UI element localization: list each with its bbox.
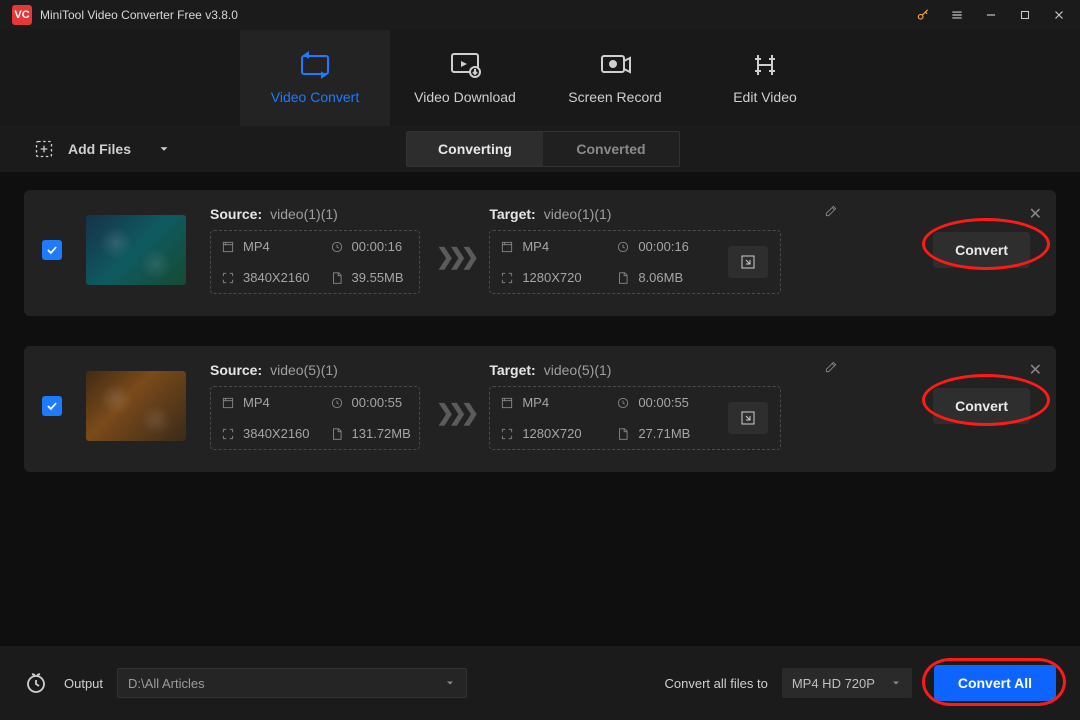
source-size: 131.72MB	[320, 418, 421, 449]
output-path-value: D:\All Articles	[128, 676, 205, 691]
remove-item-button[interactable]: ✕	[1029, 360, 1042, 380]
target-duration: 00:00:55	[606, 387, 722, 418]
conversion-list: ✕ Source: video(1)(1) MP4 00:00:16 3840X2…	[0, 172, 1080, 490]
target-settings-button[interactable]	[728, 402, 768, 434]
source-label: Source:	[210, 206, 262, 222]
convert-button[interactable]: Convert	[933, 388, 1030, 424]
chevron-down-icon[interactable]	[157, 142, 171, 156]
target-size: 8.06MB	[606, 262, 722, 293]
source-size: 39.55MB	[320, 262, 419, 293]
target-filename: video(1)(1)	[544, 206, 612, 222]
app-logo: VC	[12, 5, 32, 25]
tab-video-download[interactable]: Video Download	[390, 30, 540, 126]
tab-label: Video Convert	[271, 89, 359, 105]
target-format: MP4	[490, 387, 606, 418]
video-thumbnail[interactable]	[86, 371, 186, 441]
edit-target-name-button[interactable]	[824, 204, 838, 223]
target-duration: 00:00:16	[606, 231, 722, 262]
source-label: Source:	[210, 362, 262, 378]
top-nav: Video Convert Video Download Screen Reco…	[0, 30, 1080, 126]
download-icon	[448, 51, 482, 79]
target-label: Target:	[489, 206, 535, 222]
tab-converting[interactable]: Converting	[407, 132, 543, 166]
output-preset-select[interactable]: MP4 HD 720P	[782, 668, 912, 698]
target-format: MP4	[490, 231, 606, 262]
convert-icon	[298, 51, 332, 79]
add-files-label: Add Files	[68, 141, 131, 157]
minimize-button[interactable]	[974, 0, 1008, 30]
convert-all-button[interactable]: Convert All	[934, 665, 1056, 701]
record-icon	[598, 51, 632, 79]
source-duration: 00:00:55	[320, 387, 421, 418]
close-window-button[interactable]	[1042, 0, 1076, 30]
bottom-bar: Output D:\All Articles Convert all files…	[0, 646, 1080, 720]
conversion-item: ✕ Source: video(5)(1) MP4 00:00:55 3840X2…	[24, 346, 1056, 472]
tab-label: Screen Record	[568, 89, 661, 105]
target-spec-box: MP4 00:00:16 1280X720 8.06MB	[489, 230, 781, 294]
source-resolution: 3840X2160	[211, 262, 320, 293]
tab-screen-record[interactable]: Screen Record	[540, 30, 690, 126]
source-resolution: 3840X2160	[211, 418, 320, 449]
chevron-down-icon	[444, 677, 456, 689]
remove-item-button[interactable]: ✕	[1029, 204, 1042, 224]
source-format: MP4	[211, 231, 320, 262]
select-checkbox[interactable]	[42, 396, 62, 416]
conversion-item: ✕ Source: video(1)(1) MP4 00:00:16 3840X2…	[24, 190, 1056, 316]
convert-button[interactable]: Convert	[933, 232, 1030, 268]
source-spec-box: MP4 00:00:16 3840X2160 39.55MB	[210, 230, 420, 294]
add-files-icon	[34, 139, 54, 159]
target-spec-box: MP4 00:00:55 1280X720 27.71MB	[489, 386, 781, 450]
target-size: 27.71MB	[606, 418, 722, 449]
source-filename: video(1)(1)	[270, 206, 338, 222]
menu-button[interactable]	[940, 0, 974, 30]
title-bar: VC MiniTool Video Converter Free v3.8.0	[0, 0, 1080, 30]
toolbar: Add Files Converting Converted	[0, 126, 1080, 172]
tab-converted[interactable]: Converted	[543, 132, 679, 166]
tab-label: Video Download	[414, 89, 516, 105]
source-spec-box: MP4 00:00:55 3840X2160 131.72MB	[210, 386, 420, 450]
arrow-icon: ❯❯❯	[436, 400, 473, 426]
schedule-icon[interactable]	[24, 671, 48, 695]
target-settings-button[interactable]	[728, 246, 768, 278]
select-checkbox[interactable]	[42, 240, 62, 260]
output-label: Output	[64, 676, 103, 691]
source-duration: 00:00:16	[320, 231, 419, 262]
add-files-button[interactable]: Add Files	[0, 139, 171, 159]
chevron-down-icon	[890, 677, 902, 689]
source-filename: video(5)(1)	[270, 362, 338, 378]
tab-video-convert[interactable]: Video Convert	[240, 30, 390, 126]
output-path-field[interactable]: D:\All Articles	[117, 668, 467, 698]
target-resolution: 1280X720	[490, 418, 606, 449]
target-label: Target:	[489, 362, 535, 378]
edit-icon	[748, 51, 782, 79]
app-title: MiniTool Video Converter Free v3.8.0	[40, 8, 238, 22]
arrow-icon: ❯❯❯	[436, 244, 473, 270]
target-resolution: 1280X720	[490, 262, 606, 293]
license-key-button[interactable]	[906, 0, 940, 30]
video-thumbnail[interactable]	[86, 215, 186, 285]
status-tabs: Converting Converted	[406, 131, 680, 167]
convert-all-label: Convert all files to	[665, 676, 768, 691]
target-filename: video(5)(1)	[544, 362, 612, 378]
edit-target-name-button[interactable]	[824, 360, 838, 379]
maximize-button[interactable]	[1008, 0, 1042, 30]
tab-label: Edit Video	[733, 89, 797, 105]
tab-edit-video[interactable]: Edit Video	[690, 30, 840, 126]
source-format: MP4	[211, 387, 320, 418]
output-preset-value: MP4 HD 720P	[792, 676, 875, 691]
